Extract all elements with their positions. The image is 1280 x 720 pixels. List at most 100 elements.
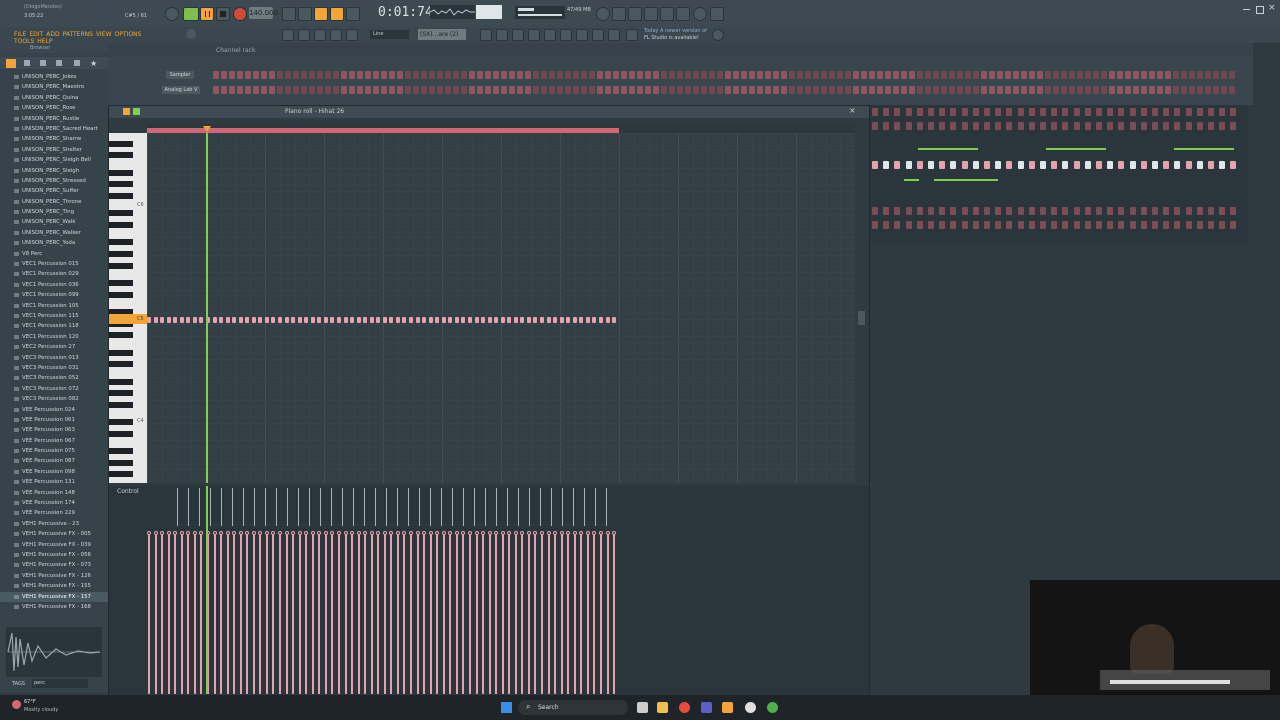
step-button[interactable] <box>981 86 987 94</box>
step-button[interactable] <box>989 86 995 94</box>
playlist-step[interactable] <box>905 221 912 229</box>
playlist-step[interactable] <box>1174 108 1181 116</box>
step-button[interactable] <box>477 71 483 79</box>
step-button[interactable] <box>653 71 659 79</box>
loop-record-icon[interactable] <box>330 7 344 21</box>
velocity-bar[interactable] <box>461 531 466 694</box>
note[interactable] <box>454 317 459 323</box>
playlist-step[interactable] <box>928 122 934 130</box>
step-button[interactable] <box>565 71 571 79</box>
step-button[interactable] <box>589 71 595 79</box>
velocity-bar[interactable] <box>160 531 165 694</box>
fl-studio-icon[interactable] <box>722 702 733 713</box>
playlist-step[interactable] <box>905 108 912 116</box>
step-button[interactable] <box>1181 86 1187 94</box>
black-key[interactable] <box>109 401 133 408</box>
step-button[interactable] <box>501 71 507 79</box>
playlist-step[interactable] <box>1129 207 1136 215</box>
magnet-snap-icon[interactable] <box>133 108 140 115</box>
playlist-step[interactable] <box>1129 122 1136 130</box>
step-button[interactable] <box>317 86 323 94</box>
playlist-step[interactable] <box>1219 122 1226 130</box>
note[interactable] <box>546 317 551 323</box>
step-button[interactable] <box>677 86 683 94</box>
playlist-step[interactable] <box>995 122 1002 130</box>
playlist-step[interactable] <box>1051 161 1058 169</box>
star-icon[interactable]: ★ <box>90 59 97 68</box>
playlist-step[interactable] <box>1040 161 1046 169</box>
step-button[interactable] <box>821 86 827 94</box>
velocity-bar[interactable] <box>546 531 551 694</box>
playlist-step[interactable] <box>1208 221 1214 229</box>
black-key[interactable] <box>109 222 133 228</box>
black-key[interactable] <box>109 378 133 385</box>
step-button[interactable] <box>909 71 915 79</box>
step-button[interactable] <box>773 86 779 94</box>
step-button[interactable] <box>1077 71 1083 79</box>
playlist-step[interactable] <box>1028 122 1035 130</box>
step-button[interactable] <box>1109 86 1115 94</box>
pencil-icon[interactable] <box>314 29 326 41</box>
step-button[interactable] <box>445 86 451 94</box>
step-button[interactable] <box>469 71 475 79</box>
step-button[interactable] <box>357 71 363 79</box>
step-button[interactable] <box>1197 71 1203 79</box>
velocity-bar[interactable] <box>258 531 263 694</box>
playlist-step[interactable] <box>1185 221 1192 229</box>
playlist-step[interactable] <box>1208 207 1214 215</box>
step-button[interactable] <box>1221 86 1227 94</box>
velocity-bar[interactable] <box>487 531 492 694</box>
playlist-step[interactable] <box>1129 161 1136 169</box>
step-button[interactable] <box>917 71 923 79</box>
step-button[interactable] <box>277 86 283 94</box>
step-button[interactable] <box>1069 71 1075 79</box>
step-button[interactable] <box>437 71 443 79</box>
menu-options[interactable]: OPTIONS <box>115 31 142 38</box>
note[interactable] <box>612 317 617 323</box>
step-button[interactable] <box>1021 86 1027 94</box>
step-button[interactable] <box>781 71 787 79</box>
playlist-step[interactable] <box>1152 122 1158 130</box>
velocity-bar[interactable] <box>356 531 361 694</box>
black-key[interactable] <box>109 169 133 176</box>
playlist-step[interactable] <box>1174 161 1181 169</box>
playlist-step[interactable] <box>894 122 901 130</box>
browser-item[interactable]: UNISON_PERC_Sleigh Bell <box>0 155 108 165</box>
playlist-step[interactable] <box>1118 161 1125 169</box>
playlist-step[interactable] <box>1028 161 1035 169</box>
step-button[interactable] <box>581 86 587 94</box>
step-button[interactable] <box>453 71 459 79</box>
playlist-step[interactable] <box>872 221 878 229</box>
note[interactable] <box>323 317 328 323</box>
note[interactable] <box>369 317 374 323</box>
playlist-step[interactable] <box>1040 207 1046 215</box>
step-button[interactable] <box>1061 71 1067 79</box>
playlist-step[interactable] <box>1208 108 1214 116</box>
velocity-bar[interactable] <box>376 531 381 694</box>
browser-item[interactable]: UNISON_PERC_Ting <box>0 207 108 217</box>
note-row[interactable] <box>147 317 617 323</box>
step-button[interactable] <box>901 71 907 79</box>
step-button[interactable] <box>437 86 443 94</box>
step-button[interactable] <box>381 86 387 94</box>
note[interactable] <box>559 317 564 323</box>
step-button[interactable] <box>1157 71 1163 79</box>
velocity-bar[interactable] <box>566 531 571 694</box>
playlist-step[interactable] <box>872 161 878 169</box>
step-button[interactable] <box>533 71 539 79</box>
step-button[interactable] <box>749 86 755 94</box>
playlist-step[interactable] <box>984 161 990 169</box>
step-button[interactable] <box>277 71 283 79</box>
velocity-bar[interactable] <box>579 531 584 694</box>
step-button[interactable] <box>853 71 859 79</box>
playlist-step[interactable] <box>1028 108 1035 116</box>
playlist-step[interactable] <box>1096 221 1102 229</box>
step-button[interactable] <box>373 86 379 94</box>
obs-icon[interactable] <box>745 702 756 713</box>
step-button[interactable] <box>269 71 275 79</box>
help-icon[interactable] <box>644 7 658 21</box>
step-button[interactable] <box>597 71 603 79</box>
velocity-bar[interactable] <box>212 531 217 694</box>
overdub-icon[interactable] <box>346 7 360 21</box>
browser-item[interactable]: VEC1 Percussion 099 <box>0 290 108 300</box>
